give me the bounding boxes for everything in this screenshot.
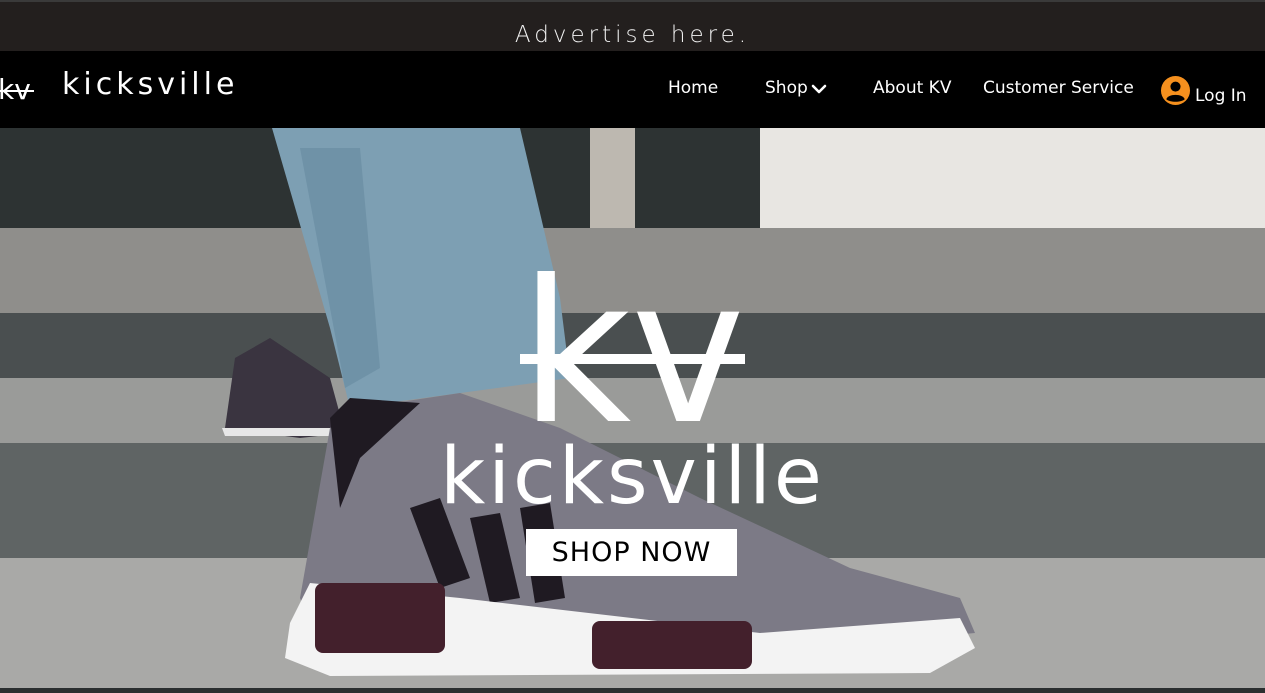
user-avatar-icon (1160, 75, 1191, 106)
chevron-down-icon (811, 84, 827, 94)
nav-home[interactable]: Home (668, 78, 718, 98)
login-label: Log In (1195, 85, 1247, 106)
hero-brand-text: kicksville (440, 432, 825, 522)
nav-shop-label: Shop (765, 78, 808, 98)
shop-now-button[interactable]: SHOP NOW (526, 529, 737, 576)
kv-hero-logo-icon: kv (520, 271, 745, 431)
svg-text:kv: kv (520, 271, 745, 431)
advertise-text: Advertise here. (514, 22, 751, 48)
main-nav: Home Shop About KV Customer Service (0, 51, 1265, 128)
nav-shop[interactable]: Shop (765, 78, 827, 98)
advertise-banner: Advertise here. (0, 0, 1265, 51)
page-bottom-edge (0, 688, 1265, 693)
login-button[interactable]: Log In (1160, 75, 1247, 106)
nav-customer-service[interactable]: Customer Service (983, 78, 1134, 98)
site-header: kv kicksville Home Shop About KV Custome… (0, 51, 1265, 128)
nav-about[interactable]: About KV (873, 78, 951, 98)
hero-banner: kv kicksville SHOP NOW (0, 128, 1265, 693)
